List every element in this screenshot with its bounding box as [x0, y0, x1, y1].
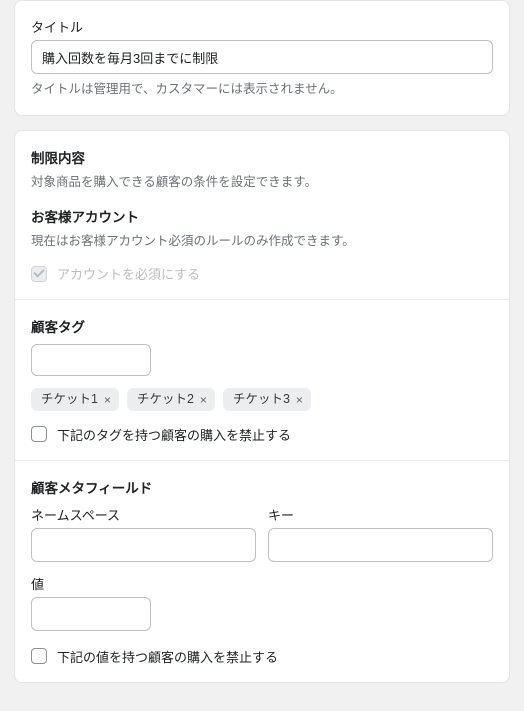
tag-chip: チケット2 × [127, 388, 215, 411]
key-label: キー [268, 505, 493, 524]
divider [15, 460, 509, 461]
close-icon[interactable]: × [200, 394, 207, 406]
close-icon[interactable]: × [104, 394, 111, 406]
tag-ban-row[interactable]: 下記のタグを持つ顧客の購入を禁止する [31, 425, 493, 444]
value-ban-checkbox[interactable] [31, 648, 47, 664]
key-input[interactable] [268, 528, 493, 562]
value-ban-row[interactable]: 下記の値を持つ顧客の購入を禁止する [31, 647, 493, 666]
tag-chip: チケット3 × [223, 388, 311, 411]
title-card: タイトル タイトルは管理用で、カスタマーには表示されません。 [14, 0, 510, 116]
tag-ban-label: 下記のタグを持つ顧客の購入を禁止する [57, 425, 291, 444]
restriction-heading: 制限内容 [31, 147, 493, 167]
divider [15, 299, 509, 300]
title-label: タイトル [31, 17, 493, 36]
tag-chip-row: チケット1 × チケット2 × チケット3 × [31, 388, 493, 411]
customer-tag-input[interactable] [31, 344, 151, 376]
close-icon[interactable]: × [296, 394, 303, 406]
restriction-desc: 対象商品を購入できる顧客の条件を設定できます。 [31, 173, 493, 192]
value-ban-label: 下記の値を持つ顧客の購入を禁止する [57, 647, 278, 666]
metafield-heading: 顧客メタフィールド [31, 477, 493, 497]
namespace-input[interactable] [31, 528, 256, 562]
tag-chip: チケット1 × [31, 388, 119, 411]
namespace-label: ネームスペース [31, 505, 256, 524]
account-desc: 現在はお客様アカウント必須のルールのみ作成できます。 [31, 232, 493, 251]
tag-chip-label: チケット2 [137, 393, 194, 406]
tag-chip-label: チケット3 [233, 393, 290, 406]
title-input[interactable] [31, 40, 493, 74]
tag-ban-checkbox[interactable] [31, 426, 47, 442]
customer-tag-heading: 顧客タグ [31, 316, 493, 336]
value-input[interactable] [31, 597, 151, 631]
tag-chip-label: チケット1 [41, 393, 98, 406]
account-heading: お客様アカウント [31, 206, 493, 226]
title-help-text: タイトルは管理用で、カスタマーには表示されません。 [31, 80, 493, 99]
account-required-row: アカウントを必須にする [31, 264, 493, 283]
account-required-checkbox [31, 266, 47, 282]
value-label: 値 [31, 574, 493, 593]
account-required-label: アカウントを必須にする [57, 264, 200, 283]
